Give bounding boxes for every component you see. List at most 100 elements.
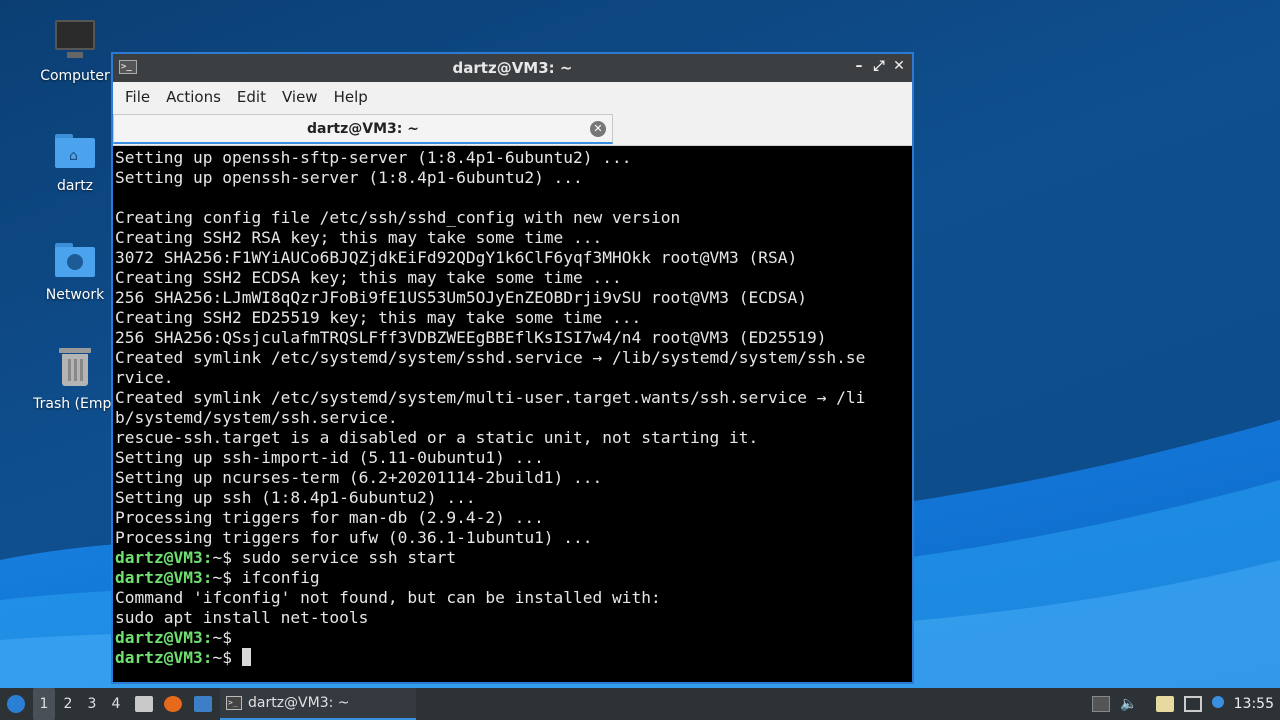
start-menu-button[interactable] — [4, 688, 28, 720]
terminal-line-text: ~$ ifconfig — [212, 568, 320, 587]
clock: 13:55 — [1233, 696, 1274, 712]
shell-prompt: dartz@VM3: — [115, 648, 213, 667]
terminal-line: Setting up ssh-import-id (5.11-0ubuntu1)… — [115, 448, 912, 468]
trash-icon — [53, 346, 97, 390]
terminal-line: Setting up ssh (1:8.4p1-6ubuntu2) ... — [115, 488, 912, 508]
menu-edit[interactable]: Edit — [229, 82, 274, 112]
terminal-line: rescue-ssh.target is a disabled or a sta… — [115, 428, 912, 448]
tab-bar: dartz@VM3: ~ ✕ — [113, 112, 912, 146]
terminal-line: Creating SSH2 ED25519 key; this may take… — [115, 308, 912, 328]
notification-icon[interactable] — [1212, 696, 1224, 708]
terminal-output[interactable]: Setting up openssh-sftp-server (1:8.4p1-… — [113, 146, 912, 682]
terminal-line-text: Setting up ncurses-term (6.2+20201114-2b… — [115, 468, 603, 487]
terminal-line: Command 'ifconfig' not found, but can be… — [115, 588, 912, 608]
desktop-icon-label: Trash (Empt — [33, 396, 117, 412]
terminal-line: Creating SSH2 ECDSA key; this may take s… — [115, 268, 912, 288]
terminal-line-text: Creating config file /etc/ssh/sshd_confi… — [115, 208, 681, 227]
terminal-line: 3072 SHA256:F1WYiAUCo6BJQZjdkEiFd92QDgY1… — [115, 248, 912, 268]
terminal-line: Processing triggers for ufw (0.36.1-1ubu… — [115, 528, 912, 548]
terminal-line-text: rescue-ssh.target is a disabled or a sta… — [115, 428, 759, 447]
desktop-icon-network[interactable]: Network — [25, 237, 125, 303]
workspace-4[interactable]: 4 — [105, 688, 127, 720]
desktop-icon[interactable] — [194, 696, 212, 712]
desktop-icon-label: dartz — [56, 178, 94, 194]
menu-help[interactable]: Help — [326, 82, 376, 112]
network-folder-icon — [53, 237, 97, 281]
terminal-line: b/systemd/system/ssh.service. — [115, 408, 912, 428]
terminal-line: 256 SHA256:LJmWI8qQzrJFoBi9fE1US53Um5OJy… — [115, 288, 912, 308]
terminal-line-text: Created symlink /etc/systemd/system/mult… — [115, 388, 866, 407]
terminal-line-text: Setting up openssh-server (1:8.4p1-6ubun… — [115, 168, 583, 187]
shell-prompt: dartz@VM3: — [115, 568, 213, 587]
taskbar: 1 2 3 4 >_ dartz@VM3: ~ 🔈 13:55 — [0, 688, 1280, 720]
shell-prompt: dartz@VM3: — [115, 628, 213, 647]
desktop-icon-computer[interactable]: Computer — [25, 18, 125, 84]
tab-terminal[interactable]: dartz@VM3: ~ ✕ — [113, 114, 613, 144]
workspace-1[interactable]: 1 — [33, 688, 55, 720]
task-label: dartz@VM3: ~ — [248, 695, 350, 711]
terminal-line: Setting up openssh-sftp-server (1:8.4p1-… — [115, 148, 912, 168]
volume-icon[interactable]: 🔈 — [1120, 696, 1138, 712]
terminal-line-text: sudo apt install net-tools — [115, 608, 369, 627]
terminal-line-text: ~$ — [212, 628, 242, 647]
terminal-line: Creating config file /etc/ssh/sshd_confi… — [115, 208, 912, 228]
terminal-line: Created symlink /etc/systemd/system/mult… — [115, 388, 912, 408]
terminal-window[interactable]: >_ dartz@VM3: ~ – ⤢ ✕ File Actions Edit … — [111, 52, 914, 684]
firefox-icon[interactable] — [164, 696, 182, 712]
terminal-line-text: Processing triggers for man-db (2.9.4-2)… — [115, 508, 544, 527]
desktop-icon-home[interactable]: ⌂ dartz — [25, 128, 125, 194]
maximize-button[interactable]: ⤢ — [870, 58, 888, 74]
tab-close-icon[interactable]: ✕ — [590, 121, 606, 137]
taskbar-task-terminal[interactable]: >_ dartz@VM3: ~ — [220, 688, 416, 720]
workspace-2[interactable]: 2 — [57, 688, 79, 720]
terminal-line-text: Setting up ssh (1:8.4p1-6ubuntu2) ... — [115, 488, 476, 507]
network-icon[interactable] — [1184, 696, 1202, 712]
terminal-line-text: Creating SSH2 ED25519 key; this may take… — [115, 308, 642, 327]
terminal-line-text: Setting up openssh-sftp-server (1:8.4p1-… — [115, 148, 632, 167]
window-titlebar[interactable]: >_ dartz@VM3: ~ – ⤢ ✕ — [113, 54, 912, 82]
file-manager-icon[interactable] — [135, 696, 153, 712]
start-menu-icon — [7, 695, 25, 713]
desktop-icon-label: Computer — [40, 68, 110, 84]
terminal-cursor — [241, 648, 251, 666]
minimize-button[interactable]: – — [850, 58, 868, 74]
terminal-line-text: rvice. — [115, 368, 174, 387]
window-title: dartz@VM3: ~ — [452, 59, 573, 77]
terminal-line-text: b/systemd/system/ssh.service. — [115, 408, 398, 427]
terminal-line-text: Creating SSH2 RSA key; this may take som… — [115, 228, 603, 247]
clipboard-icon[interactable] — [1156, 696, 1174, 712]
menu-actions[interactable]: Actions — [158, 82, 229, 112]
menu-bar: File Actions Edit View Help — [113, 82, 912, 112]
home-folder-icon: ⌂ — [53, 128, 97, 172]
tab-label: dartz@VM3: ~ — [307, 121, 419, 137]
terminal-line: dartz@VM3:~$ ifconfig — [115, 568, 912, 588]
terminal-line: Processing triggers for man-db (2.9.4-2)… — [115, 508, 912, 528]
terminal-line: dartz@VM3:~$ sudo service ssh start — [115, 548, 912, 568]
terminal-line: Setting up openssh-server (1:8.4p1-6ubun… — [115, 168, 912, 188]
terminal-line: dartz@VM3:~$ — [115, 648, 912, 668]
terminal-icon: >_ — [226, 696, 242, 710]
terminal-line-text: ~$ — [212, 648, 242, 667]
terminal-line-text: Processing triggers for ufw (0.36.1-1ubu… — [115, 528, 593, 547]
computer-icon — [53, 18, 97, 62]
terminal-line: rvice. — [115, 368, 912, 388]
desktop-icon-trash[interactable]: Trash (Empt — [25, 346, 125, 412]
terminal-line-text: 256 SHA256:LJmWI8qQzrJFoBi9fE1US53Um5OJy… — [115, 288, 807, 307]
desktop-icon-label: Network — [45, 287, 105, 303]
close-button[interactable]: ✕ — [890, 58, 908, 74]
workspace-3[interactable]: 3 — [81, 688, 103, 720]
terminal-line: Setting up ncurses-term (6.2+20201114-2b… — [115, 468, 912, 488]
terminal-line: sudo apt install net-tools — [115, 608, 912, 628]
menu-view[interactable]: View — [274, 82, 326, 112]
terminal-line-text: ~$ sudo service ssh start — [212, 548, 457, 567]
terminal-line: 256 SHA256:QSsjculafmTRQSLFff3VDBZWEEgBB… — [115, 328, 912, 348]
terminal-line: Creating SSH2 RSA key; this may take som… — [115, 228, 912, 248]
terminal-line: Created symlink /etc/systemd/system/sshd… — [115, 348, 912, 368]
updates-icon[interactable] — [1092, 696, 1110, 712]
menu-file[interactable]: File — [117, 82, 158, 112]
terminal-line-text: 3072 SHA256:F1WYiAUCo6BJQZjdkEiFd92QDgY1… — [115, 248, 798, 267]
shell-prompt: dartz@VM3: — [115, 548, 213, 567]
terminal-line-text: Setting up ssh-import-id (5.11-0ubuntu1)… — [115, 448, 544, 467]
terminal-line: dartz@VM3:~$ — [115, 628, 912, 648]
